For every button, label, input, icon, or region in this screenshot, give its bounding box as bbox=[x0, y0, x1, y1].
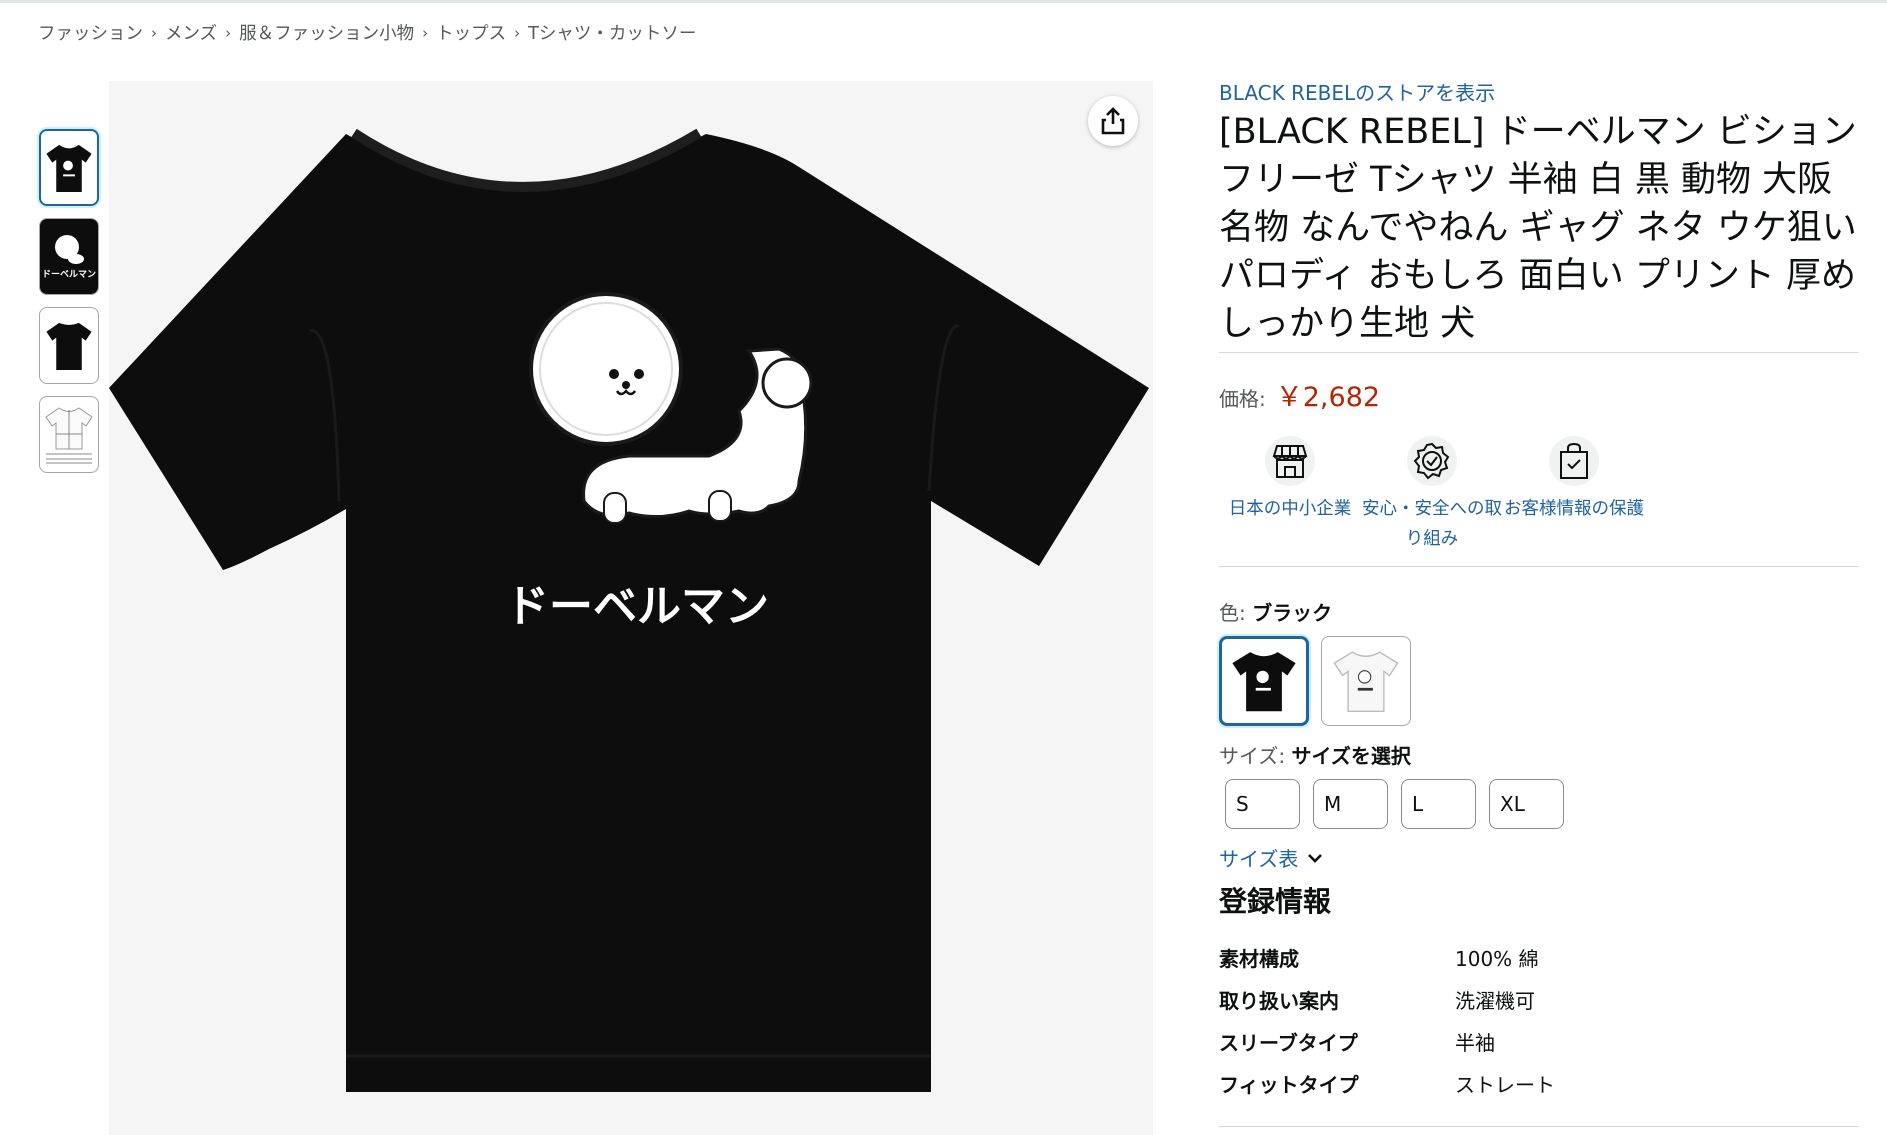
breadcrumb-separator: › bbox=[151, 23, 157, 42]
price-value: ￥2,682 bbox=[1275, 382, 1381, 413]
size-options: S M L XL bbox=[1225, 779, 1859, 829]
tshirt-back-thumb-icon bbox=[46, 322, 92, 370]
tshirt-print-text: ドーベルマン bbox=[505, 581, 769, 632]
size-option-l[interactable]: L bbox=[1401, 779, 1476, 829]
color-swatch-black[interactable] bbox=[1219, 636, 1309, 726]
price-label: 価格: bbox=[1219, 387, 1266, 411]
breadcrumb-item-clothing[interactable]: 服＆ファッション小物 bbox=[239, 20, 414, 45]
detail-key: 取り扱い案内 bbox=[1219, 988, 1339, 1013]
secure-bag-icon bbox=[1560, 442, 1588, 479]
share-icon bbox=[1101, 107, 1125, 135]
size-option-m[interactable]: M bbox=[1313, 779, 1388, 829]
product-info: BLACK REBELのストアを表示 [BLACK REBEL] ドーベルマン … bbox=[1219, 80, 1859, 1127]
color-label: 色: bbox=[1219, 601, 1246, 625]
size-chart-toggle[interactable]: サイズ表 bbox=[1219, 843, 1859, 872]
registration-details: 素材構成 100% 綿 取り扱い案内 洗濯機可 スリーブタイプ 半袖 フィットタ… bbox=[1219, 936, 1859, 1104]
color-swatches bbox=[1219, 636, 1859, 726]
size-option-s[interactable]: S bbox=[1225, 779, 1300, 829]
breadcrumb-separator: › bbox=[225, 23, 232, 42]
breadcrumb-separator: › bbox=[422, 23, 429, 42]
store-icon bbox=[1272, 445, 1308, 478]
design-closeup-thumb-icon: ドーベルマン bbox=[40, 219, 98, 294]
selected-size-value: サイズを選択 bbox=[1291, 744, 1411, 768]
store-link[interactable]: BLACK REBELのストアを表示 bbox=[1219, 80, 1859, 106]
badge-small-business[interactable]: 日本の中小企業 bbox=[1219, 436, 1361, 554]
white-tshirt-swatch-icon bbox=[1333, 651, 1399, 712]
divider bbox=[1219, 352, 1859, 353]
badge-privacy[interactable]: お客様情報の保護 bbox=[1503, 436, 1645, 554]
detail-row-care: 取り扱い案内 洗濯機可 bbox=[1219, 978, 1859, 1020]
breadcrumb-item-fashion[interactable]: ファッション bbox=[38, 20, 143, 45]
detail-value: 100% 綿 bbox=[1455, 946, 1539, 971]
badge-label: 安心・安全への取り組み bbox=[1362, 499, 1502, 549]
color-selector-label: 色: ブラック bbox=[1219, 597, 1859, 626]
thumbnail-design-closeup[interactable]: ドーベルマン bbox=[39, 218, 99, 295]
black-tshirt-swatch-icon bbox=[1232, 652, 1296, 712]
size-selector-label: サイズ: サイズを選択 bbox=[1219, 740, 1859, 769]
detail-key: フィットタイプ bbox=[1219, 1072, 1359, 1097]
detail-row-fit: フィットタイプ ストレート bbox=[1219, 1062, 1859, 1104]
detail-key: スリーブタイプ bbox=[1219, 1030, 1358, 1055]
size-chart-thumb-icon bbox=[45, 406, 93, 463]
registration-info-title: 登録情報 bbox=[1219, 885, 1332, 918]
breadcrumb-separator: › bbox=[514, 23, 521, 42]
detail-row-sleeve: スリーブタイプ 半袖 bbox=[1219, 1020, 1859, 1062]
image-thumbnails: ドーベルマン bbox=[39, 129, 99, 485]
thumbnail-black-front[interactable] bbox=[39, 129, 99, 206]
size-option-xl[interactable]: XL bbox=[1489, 779, 1564, 829]
selected-color-value: ブラック bbox=[1252, 601, 1333, 625]
tshirt-image: ドーベルマン bbox=[109, 128, 1149, 1092]
badge-label: お客様情報の保護 bbox=[1504, 499, 1644, 519]
product-title: [BLACK REBEL] ドーベルマン ビションフリーゼ Tシャツ 半袖 白 … bbox=[1219, 112, 1857, 344]
badge-safety[interactable]: 安心・安全への取り組み bbox=[1361, 436, 1503, 554]
breadcrumb-item-mens[interactable]: メンズ bbox=[165, 20, 217, 45]
detail-value: ストレート bbox=[1455, 1072, 1555, 1097]
divider bbox=[1219, 1126, 1859, 1127]
size-label: サイズ: bbox=[1219, 744, 1286, 768]
badge-label: 日本の中小企業 bbox=[1228, 499, 1352, 519]
thumbnail-black-back[interactable] bbox=[39, 307, 99, 384]
main-product-image[interactable]: ドーベルマン bbox=[109, 81, 1153, 1135]
detail-row-material: 素材構成 100% 綿 bbox=[1219, 936, 1859, 978]
tshirt-thumb-icon bbox=[46, 144, 92, 192]
detail-value: 半袖 bbox=[1455, 1030, 1495, 1055]
breadcrumb-item-tops[interactable]: トップス bbox=[436, 20, 506, 45]
thumbnail-size-chart[interactable] bbox=[39, 396, 99, 473]
color-swatch-white[interactable] bbox=[1321, 636, 1411, 726]
breadcrumb-item-tshirts[interactable]: Tシャツ・カットソー bbox=[528, 20, 696, 45]
shield-check-icon bbox=[1413, 442, 1450, 480]
share-button[interactable] bbox=[1088, 96, 1138, 146]
breadcrumb: ファッション › メンズ › 服＆ファッション小物 › トップス › Tシャツ・… bbox=[38, 20, 696, 45]
detail-key: 素材構成 bbox=[1219, 946, 1299, 971]
chevron-down-icon bbox=[1308, 853, 1323, 863]
size-chart-link: サイズ表 bbox=[1219, 847, 1299, 871]
price-row: 価格: ￥2,682 bbox=[1219, 375, 1859, 414]
trust-badges: 日本の中小企業 安心・安全への取り組み お客様情報の保護 bbox=[1219, 436, 1859, 554]
top-border bbox=[0, 0, 1887, 3]
detail-value: 洗濯機可 bbox=[1455, 988, 1535, 1013]
divider bbox=[1219, 566, 1859, 567]
thumbnail-print-text: ドーベルマン bbox=[42, 269, 96, 280]
